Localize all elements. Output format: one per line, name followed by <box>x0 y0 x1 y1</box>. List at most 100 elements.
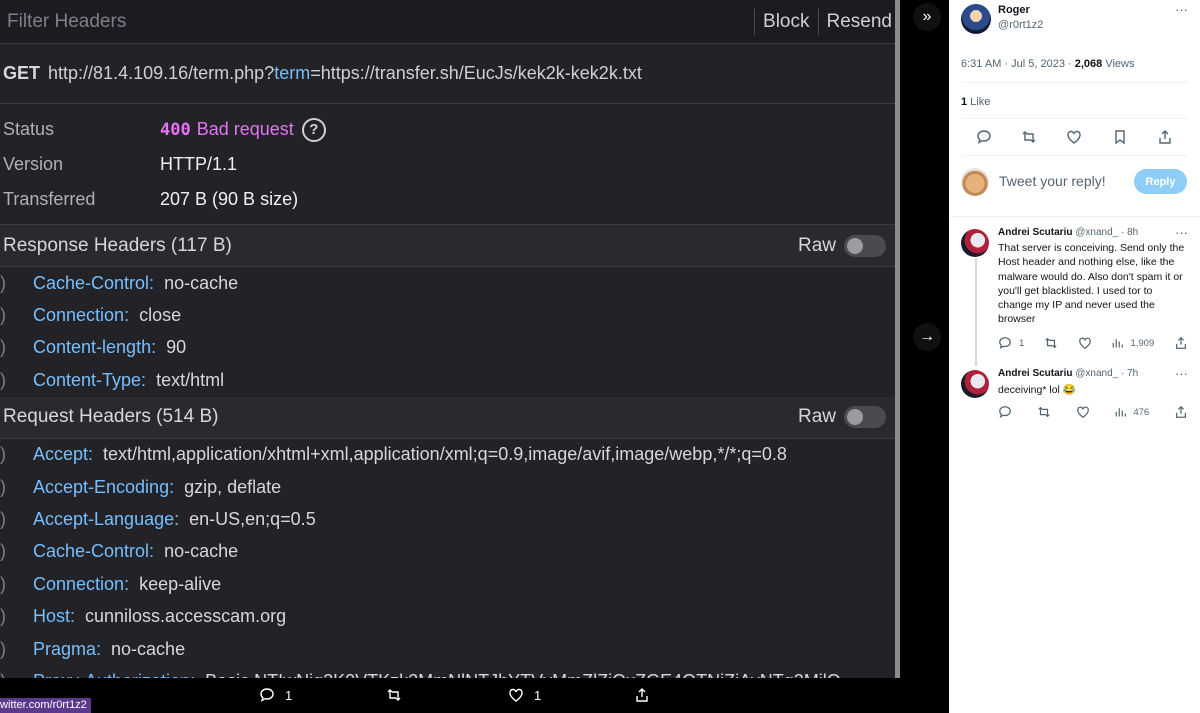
header-row[interactable]: ) Host: cunniloss.accesscam.org <box>0 601 900 633</box>
avatar[interactable] <box>961 4 991 34</box>
views-count: 2,068 <box>1074 58 1103 70</box>
block-button[interactable]: Block <box>754 8 817 35</box>
header-value: text/html <box>156 369 225 390</box>
avatar[interactable] <box>961 370 989 398</box>
header-value: en-US,en;q=0.5 <box>189 509 316 530</box>
response-headers-title: Response Headers (117 B) <box>3 234 232 256</box>
header-name: Content-length: <box>33 337 157 358</box>
header-row[interactable]: ) Connection: keep-alive <box>0 568 900 600</box>
expand-caret-icon[interactable]: ) <box>0 370 33 391</box>
toggle-switch-icon[interactable] <box>844 234 886 257</box>
views-button[interactable]: 476 <box>1114 406 1149 418</box>
request-url-line: GET http://81.4.109.16/term.php? term =h… <box>0 44 900 104</box>
reply-icon[interactable] <box>976 129 992 145</box>
like-icon <box>509 688 523 702</box>
more-options-icon[interactable]: ··· <box>1175 225 1188 240</box>
reply-author[interactable]: Andrei Scutariu @xnand_ · 8h <box>998 227 1138 238</box>
arrow-right-icon: → <box>919 328 935 345</box>
bottom-retweet-button[interactable] <box>386 687 412 703</box>
like-icon[interactable] <box>1066 129 1082 145</box>
header-name: Proxy-Authorization: <box>33 671 195 678</box>
reply-icon <box>999 337 1011 350</box>
avatar[interactable] <box>961 229 989 257</box>
expand-caret-icon[interactable]: ) <box>0 273 33 294</box>
share-icon[interactable] <box>1157 129 1173 145</box>
reply-input[interactable]: Tweet your reply! <box>999 173 1106 189</box>
like-icon[interactable] <box>1078 336 1092 350</box>
filter-headers-input[interactable]: Filter Headers <box>0 11 754 33</box>
reply-button[interactable]: 1 <box>998 336 1024 350</box>
reply-actions: 1 1,909 <box>998 336 1188 350</box>
more-options-icon[interactable]: ··· <box>1175 366 1188 381</box>
toggle-switch-icon[interactable] <box>844 406 886 429</box>
expand-caret-icon[interactable]: ) <box>0 337 33 358</box>
header-row[interactable]: ) Pragma: no-cache <box>0 633 900 665</box>
help-icon[interactable]: ? <box>301 117 326 142</box>
reply-author-name: Andrei Scutariu <box>998 227 1073 238</box>
share-icon[interactable] <box>1174 405 1188 419</box>
expand-caret-icon[interactable]: ) <box>0 606 33 627</box>
retweet-icon[interactable] <box>1037 405 1051 419</box>
url-prefix: http://81.4.109.16/term.php? <box>48 63 275 83</box>
retweet-icon[interactable] <box>1044 336 1058 350</box>
retweet-icon[interactable] <box>1021 129 1037 145</box>
request-headers-section[interactable]: Request Headers (514 B) Raw <box>0 396 900 439</box>
bottom-share-button[interactable] <box>634 687 660 703</box>
collapse-sidebar-button[interactable]: » <box>913 3 941 31</box>
likes-summary[interactable]: 1 Like <box>961 96 990 108</box>
author-name[interactable]: Roger <box>998 4 1030 16</box>
header-row[interactable]: ) Content-Type: text/html <box>0 364 900 396</box>
expand-caret-icon[interactable]: ) <box>0 444 33 465</box>
raw-toggle[interactable]: Raw <box>798 234 886 257</box>
expand-caret-icon[interactable]: ) <box>0 639 33 660</box>
request-summary: Status 400 Bad request ? Version HTTP/1.… <box>0 104 900 225</box>
resend-button[interactable]: Resend <box>817 8 901 35</box>
reply-author[interactable]: Andrei Scutariu @xnand_ · 7h <box>998 368 1138 379</box>
expand-caret-icon[interactable]: ) <box>0 305 33 326</box>
header-value: no-cache <box>164 272 239 293</box>
expand-caret-icon[interactable]: ) <box>0 477 33 498</box>
views-button[interactable]: 1,909 <box>1111 337 1154 349</box>
reply-icon[interactable] <box>998 405 1012 419</box>
url-param-name: term <box>274 63 311 83</box>
share-icon[interactable] <box>1174 336 1188 350</box>
reply-author-name: Andrei Scutariu <box>998 368 1073 379</box>
thread-connector <box>975 258 977 366</box>
bottom-like-button[interactable]: 1 <box>508 687 541 703</box>
header-row[interactable]: ) Content-length: 90 <box>0 332 900 364</box>
header-row[interactable]: ) Cache-Control: no-cache <box>0 536 900 568</box>
expand-caret-icon[interactable]: ) <box>0 541 33 562</box>
response-headers-section[interactable]: Response Headers (117 B) Raw <box>0 225 900 267</box>
status-code: 400 <box>160 119 191 140</box>
bookmark-icon[interactable] <box>1112 129 1128 145</box>
expand-caret-icon[interactable]: ) <box>0 509 33 530</box>
header-row[interactable]: ) Connection: close <box>0 299 900 331</box>
author-handle[interactable]: @r0rt1z2 <box>998 19 1043 31</box>
next-image-button[interactable]: → <box>913 323 941 351</box>
header-row[interactable]: )Proxy-Authorization: Basic NTIwNjg2K0VTK… <box>0 665 900 678</box>
header-row[interactable]: ) Cache-Control: no-cache <box>0 267 900 299</box>
header-name: Host: <box>33 606 76 627</box>
status-text: Bad request <box>196 119 294 139</box>
like-icon[interactable] <box>1076 405 1090 419</box>
analytics-icon <box>1113 339 1124 348</box>
header-row[interactable]: ) Accept-Encoding: gzip, deflate <box>0 471 900 503</box>
bottom-reply-button[interactable]: 1 <box>259 687 292 703</box>
expand-caret-icon[interactable]: ) <box>0 574 33 595</box>
share-icon <box>636 688 648 702</box>
summary-label: Transferred <box>3 189 96 209</box>
summary-value: 207 B (90 B size) <box>160 189 299 209</box>
summary-row-version: Version HTTP/1.1 <box>0 147 900 182</box>
header-name: Content-Type: <box>33 369 147 390</box>
header-row[interactable]: ) Accept-Language: en-US,en;q=0.5 <box>0 503 900 535</box>
reply-icon <box>260 688 274 703</box>
views-count: 1,909 <box>1130 337 1155 349</box>
raw-toggle[interactable]: Raw <box>798 406 886 429</box>
url-param-value: =https://transfer.sh/EucJs/kek2k-kek2k.t… <box>310 63 642 83</box>
more-options-icon[interactable]: ··· <box>1175 2 1188 17</box>
expand-caret-icon[interactable]: ) <box>0 671 33 678</box>
reply-button[interactable]: Reply <box>1134 169 1187 194</box>
header-row[interactable]: ) Accept: text/html,application/xhtml+xml,… <box>0 439 900 471</box>
tweet-time[interactable]: 6:31 AM · Jul 5, 2023 · <box>961 58 1075 70</box>
summary-row-transferred: Transferred 207 B (90 B size) <box>0 182 900 217</box>
